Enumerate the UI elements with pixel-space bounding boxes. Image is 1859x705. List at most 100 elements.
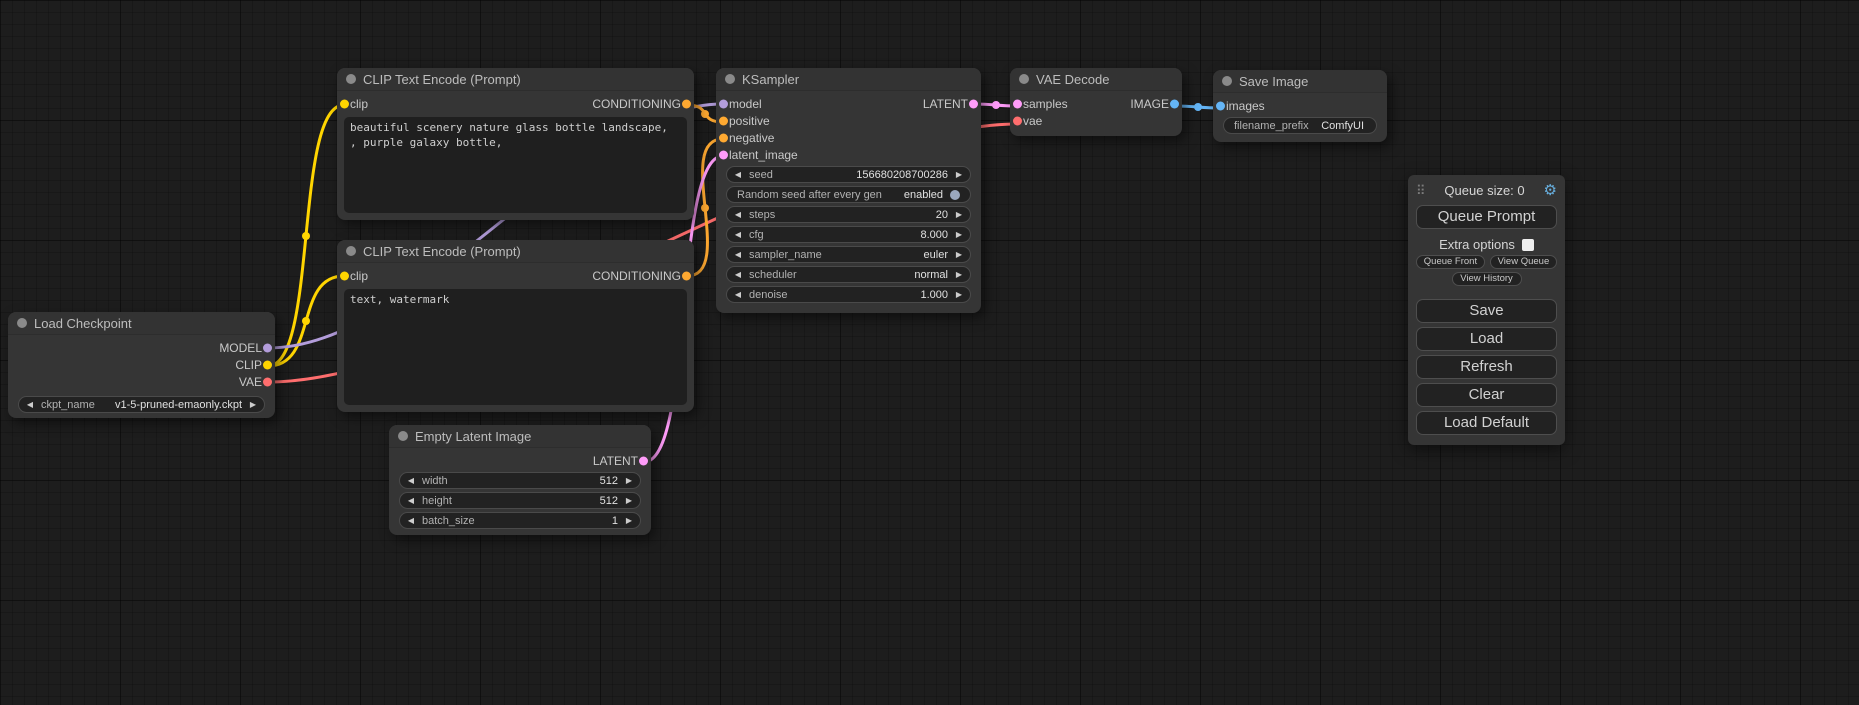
decrement-arrow-icon[interactable]: ◀ [733,251,743,259]
input-dot-clip[interactable] [340,99,349,108]
node-title-bar[interactable]: KSampler [716,68,981,91]
input-dot-clip[interactable] [340,271,349,280]
negative-prompt-textarea[interactable]: text, watermark [344,289,687,405]
collapse-dot[interactable] [346,74,356,84]
widget-denoise[interactable]: ◀ denoise 1.000 ▶ [726,286,971,303]
output-dot-clip[interactable] [263,360,272,369]
decrement-arrow-icon[interactable]: ◀ [733,271,743,279]
load-button[interactable]: Load [1416,327,1557,351]
collapse-dot[interactable] [725,74,735,84]
widget-value: euler [924,249,948,261]
decrement-arrow-icon[interactable]: ◀ [25,401,35,409]
node-load-checkpoint[interactable]: Load Checkpoint MODEL CLIP VAE ◀ ckpt_na… [8,312,275,418]
collapse-dot[interactable] [346,246,356,256]
output-dot-conditioning[interactable] [682,99,691,108]
gear-icon[interactable]: ⚙ [1544,183,1557,198]
widget-random-seed-toggle[interactable]: Random seed after every gen enabled [726,186,971,203]
increment-arrow-icon[interactable]: ▶ [624,477,634,485]
output-dot-model[interactable] [263,343,272,352]
input-label-positive: positive [729,114,770,128]
node-empty-latent-image[interactable]: Empty Latent Image LATENT ◀ width 512 ▶ … [389,425,651,535]
output-label-conditioning: CONDITIONING [592,269,681,283]
collapse-dot[interactable] [1019,74,1029,84]
decrement-arrow-icon[interactable]: ◀ [733,291,743,299]
output-dot-image[interactable] [1170,99,1179,108]
node-title: CLIP Text Encode (Prompt) [363,72,521,87]
increment-arrow-icon[interactable]: ▶ [248,401,258,409]
collapse-dot[interactable] [1222,76,1232,86]
refresh-button[interactable]: Refresh [1416,355,1557,379]
decrement-arrow-icon[interactable]: ◀ [406,477,416,485]
input-dot-positive[interactable] [719,116,728,125]
input-dot-vae[interactable] [1013,116,1022,125]
output-label-image: IMAGE [1130,97,1169,111]
node-title-bar[interactable]: Empty Latent Image [389,425,651,448]
decrement-arrow-icon[interactable]: ◀ [733,171,743,179]
decrement-arrow-icon[interactable]: ◀ [733,231,743,239]
node-title-bar[interactable]: Save Image [1213,70,1387,93]
node-vae-decode[interactable]: VAE Decode samples IMAGE vae [1010,68,1182,136]
widget-filename-prefix[interactable]: filename_prefix ComfyUI [1223,117,1377,134]
widget-batch-size[interactable]: ◀ batch_size 1 ▶ [399,512,641,529]
node-title-bar[interactable]: Load Checkpoint [8,312,275,335]
view-queue-button[interactable]: View Queue [1490,255,1557,269]
slot-row: positive [716,112,981,129]
slot-row: clip CONDITIONING [337,267,694,284]
node-save-image[interactable]: Save Image images filename_prefix ComfyU… [1213,70,1387,142]
node-clip-text-encode-positive[interactable]: CLIP Text Encode (Prompt) clip CONDITION… [337,68,694,220]
increment-arrow-icon[interactable]: ▶ [624,517,634,525]
output-dot-latent[interactable] [639,456,648,465]
view-history-button[interactable]: View History [1452,272,1522,286]
node-title-bar[interactable]: VAE Decode [1010,68,1182,91]
graph-canvas[interactable]: Load Checkpoint MODEL CLIP VAE ◀ ckpt_na… [0,0,1859,705]
output-dot-vae[interactable] [263,377,272,386]
widget-steps[interactable]: ◀ steps 20 ▶ [726,206,971,223]
input-dot-samples[interactable] [1013,99,1022,108]
increment-arrow-icon[interactable]: ▶ [954,231,964,239]
clear-button[interactable]: Clear [1416,383,1557,407]
node-title-bar[interactable]: CLIP Text Encode (Prompt) [337,240,694,263]
slot-row: clip CONDITIONING [337,95,694,112]
node-ksampler[interactable]: KSampler model LATENT positive negative … [716,68,981,313]
input-dot-images[interactable] [1216,101,1225,110]
output-dot-conditioning[interactable] [682,271,691,280]
input-dot-latent-image[interactable] [719,150,728,159]
widget-height[interactable]: ◀ height 512 ▶ [399,492,641,509]
widget-sampler-name[interactable]: ◀ sampler_name euler ▶ [726,246,971,263]
load-default-button[interactable]: Load Default [1416,411,1557,435]
widget-seed[interactable]: ◀ seed 156680208700286 ▶ [726,166,971,183]
increment-arrow-icon[interactable]: ▶ [954,171,964,179]
input-dot-model[interactable] [719,99,728,108]
increment-arrow-icon[interactable]: ▶ [954,271,964,279]
node-body: LATENT ◀ width 512 ▶ ◀ height 512 ▶ ◀ ba… [389,448,651,529]
extra-options-checkbox[interactable] [1522,239,1534,251]
collapse-dot[interactable] [398,431,408,441]
output-dot-latent[interactable] [969,99,978,108]
link-midpoint-dot [701,110,709,118]
input-label-negative: negative [729,131,774,145]
increment-arrow-icon[interactable]: ▶ [954,291,964,299]
link-midpoint-dot [1194,103,1202,111]
increment-arrow-icon[interactable]: ▶ [954,211,964,219]
drag-handle-icon[interactable]: ⠿ [1416,183,1426,199]
queue-front-button[interactable]: Queue Front [1416,255,1485,269]
widget-value: 512 [600,495,618,507]
positive-prompt-textarea[interactable]: beautiful scenery nature glass bottle la… [344,117,687,213]
widget-width[interactable]: ◀ width 512 ▶ [399,472,641,489]
widget-cfg[interactable]: ◀ cfg 8.000 ▶ [726,226,971,243]
decrement-arrow-icon[interactable]: ◀ [406,517,416,525]
collapse-dot[interactable] [17,318,27,328]
decrement-arrow-icon[interactable]: ◀ [406,497,416,505]
toggle-dot[interactable] [950,190,960,200]
increment-arrow-icon[interactable]: ▶ [954,251,964,259]
node-clip-text-encode-negative[interactable]: CLIP Text Encode (Prompt) clip CONDITION… [337,240,694,412]
decrement-arrow-icon[interactable]: ◀ [733,211,743,219]
input-dot-negative[interactable] [719,133,728,142]
widget-label: width [422,475,600,487]
widget-scheduler[interactable]: ◀ scheduler normal ▶ [726,266,971,283]
save-button[interactable]: Save [1416,299,1557,323]
widget-ckpt-name[interactable]: ◀ ckpt_name v1-5-pruned-emaonly.ckpt ▶ [18,396,265,413]
node-title-bar[interactable]: CLIP Text Encode (Prompt) [337,68,694,91]
increment-arrow-icon[interactable]: ▶ [624,497,634,505]
queue-prompt-button[interactable]: Queue Prompt [1416,205,1557,229]
